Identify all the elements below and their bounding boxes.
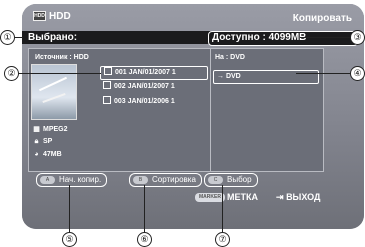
format-info: ▦ MPEG2 bbox=[33, 126, 68, 133]
select-button[interactable]: C Выбор bbox=[204, 173, 258, 187]
marker-key-icon: MARKER bbox=[195, 193, 225, 202]
callout-4: ④ bbox=[350, 66, 365, 81]
key-b-icon: B bbox=[133, 176, 148, 184]
lock-icon: 🔒︎ bbox=[34, 138, 39, 145]
callout-2: ② bbox=[4, 66, 19, 81]
exit-label[interactable]: ⇥ ВЫХОД bbox=[276, 192, 320, 203]
callout-3: ③ bbox=[350, 30, 365, 45]
key-c-icon: C bbox=[208, 176, 223, 184]
callout-7: ⑦ bbox=[215, 232, 230, 247]
destination-panel: На : DVD bbox=[210, 48, 324, 172]
key-a-icon: A bbox=[40, 176, 55, 184]
header-title: HDD HDD bbox=[33, 11, 71, 22]
callout-5: ⑤ bbox=[62, 232, 77, 247]
header-action: Копировать bbox=[292, 13, 352, 24]
quality-info: 🔒︎ SP bbox=[32, 138, 53, 146]
exit-icon: ⇥ bbox=[276, 192, 284, 202]
hdd-icon: HDD bbox=[33, 11, 46, 22]
selected-label: Выбрано: bbox=[28, 32, 78, 43]
file-row[interactable]: 002 JAN/01/2007 1 bbox=[100, 81, 206, 93]
callout-6: ⑥ bbox=[137, 232, 152, 247]
destination-heading: На : DVD bbox=[215, 54, 245, 61]
start-copy-button[interactable]: A Нач. копир. bbox=[36, 173, 108, 187]
checkbox-icon[interactable] bbox=[104, 67, 112, 75]
available-label: Доступно : 4099MB bbox=[212, 32, 307, 43]
size-info: ◕ 47MB bbox=[32, 151, 61, 158]
file-row[interactable]: 003 JAN/01/2006 1 bbox=[100, 96, 206, 108]
file-row[interactable]: 001 JAN/01/2007 1 bbox=[100, 66, 208, 80]
checkbox-icon[interactable] bbox=[103, 96, 111, 104]
source-heading: Источник : HDD bbox=[35, 54, 89, 61]
sort-button[interactable]: B Сортировка bbox=[129, 173, 202, 187]
checkbox-icon[interactable] bbox=[103, 81, 111, 89]
film-icon: ▦ bbox=[33, 126, 40, 133]
callout-1: ① bbox=[0, 30, 15, 45]
disc-icon: ◕ bbox=[34, 151, 39, 158]
marker-label[interactable]: МЕТКА bbox=[227, 192, 258, 202]
